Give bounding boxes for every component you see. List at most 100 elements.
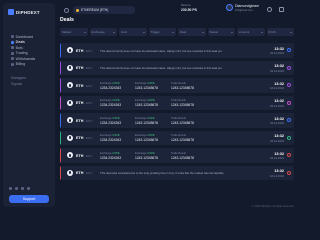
deal-col-value: 1243.12345678 <box>135 155 158 160</box>
deal-col-value: 1243.12345678 <box>171 103 194 108</box>
deal-col-value: 1234.2324343 <box>100 103 122 108</box>
status-badge: COPE <box>147 99 155 103</box>
filter-profit[interactable]: Profit <box>266 28 294 36</box>
filter-date[interactable]: Date <box>178 28 206 36</box>
footer-copyright: © 2022 Diphdext. All rights reserved. <box>251 205 294 208</box>
filter-trigger[interactable]: Trigger <box>148 28 176 36</box>
user-profile[interactable]: Diamondgleam info@mail.com <box>226 4 259 12</box>
deal-asset: ETH <box>76 136 84 141</box>
brand-name: DIPHDEXT <box>16 9 40 15</box>
dashboard-icon <box>11 35 14 39</box>
sidebar-item-billing[interactable]: Billing <box>7 62 51 68</box>
deal-col-value: 1243.12345678 <box>171 120 194 125</box>
deal-time: 13:32 <box>274 134 284 139</box>
deal-col-value: 1234.2324343 <box>100 138 122 143</box>
support-button[interactable]: Support <box>9 195 49 203</box>
deal-date: 04.12.2022 <box>270 103 284 108</box>
deal-asset-sub: ETH <box>86 101 92 106</box>
deal-time: 13:32 <box>274 169 284 174</box>
deal-col-value: 1243.12345678 <box>135 103 158 108</box>
filter-label: Exchange <box>91 30 105 34</box>
sidebar-item-managers[interactable]: Managers <box>7 76 51 81</box>
status-icon <box>287 100 291 105</box>
deal-card[interactable]: ETH ETH Exchange COPE 1234.2324343 Exchange … <box>60 78 294 93</box>
filter-bar: Market Exchange Coin Trigger Date Status… <box>60 28 294 36</box>
deal-col-label: Exchange COPE <box>135 82 155 85</box>
deal-col-label: Trade Result <box>171 116 186 120</box>
coin-icon <box>76 8 79 12</box>
sidebar-item-label: Dashboard <box>15 34 34 39</box>
chevron-down-icon <box>172 31 174 33</box>
youtube-icon[interactable] <box>27 187 30 190</box>
filter-label: Coin <box>121 30 128 34</box>
ethereum-icon <box>67 99 73 106</box>
label-text: Exchange <box>135 99 147 103</box>
sidebar: DIPHDEXT Dashboard Deals Bots Trading Wi… <box>3 3 55 207</box>
ethereum-icon <box>67 117 73 124</box>
deal-card[interactable]: ETH ETH Exchange COPE 1234.2324343 Exchange … <box>60 95 294 110</box>
label-text: Exchange <box>135 151 147 155</box>
deal-col-label: Exchange COPE <box>135 152 155 155</box>
ethereum-icon <box>67 82 73 89</box>
label-text: Exchange <box>135 116 147 120</box>
deal-col-value: 1243.12345678 <box>135 85 158 90</box>
sidebar-item-label: Trading <box>15 51 28 56</box>
deal-time: 13:32 <box>274 116 284 121</box>
telegram-icon[interactable] <box>15 187 18 190</box>
chevron-down-icon <box>231 31 233 33</box>
deal-col-label: Trade Result <box>171 99 186 103</box>
deal-time: 13:32 <box>274 46 284 51</box>
filter-label: Trigger <box>150 30 160 34</box>
discord-icon[interactable] <box>21 187 24 190</box>
deal-time: 13:32 <box>274 151 284 156</box>
filter-market[interactable]: Market <box>60 28 88 36</box>
deal-date: 04.12.2022 <box>270 138 284 143</box>
deal-card[interactable]: ETH ETH Exchange COPE 1234.2324343 Exchange … <box>60 130 294 145</box>
filter-status[interactable]: Status <box>207 28 235 36</box>
filter-coin[interactable]: Coin <box>119 28 147 36</box>
deal-asset-sub: ETH <box>86 153 92 158</box>
filter-label: Status <box>209 30 219 34</box>
filter-exchange[interactable]: Exchange <box>89 28 117 36</box>
deal-col-label: Exchange COPE <box>100 117 120 120</box>
logout-icon[interactable] <box>279 7 284 12</box>
deal-card[interactable]: ETH ETH This deal currently does not have … <box>60 60 294 75</box>
sidebar-item-label: Billing <box>15 62 26 67</box>
deal-col-label: Trade Result <box>171 151 186 155</box>
notification-icon[interactable] <box>64 8 69 13</box>
sidebar-item-signals[interactable]: Signals <box>7 82 51 87</box>
logo[interactable]: DIPHDEXT <box>8 9 40 15</box>
deal-card[interactable]: ETH ETH This deal was cancelled due to the… <box>60 165 294 180</box>
deal-card[interactable]: ETH ETH Exchange COPE 1234.2324343 Exchange … <box>60 113 294 128</box>
balance-label: Balance <box>181 4 191 7</box>
chevron-down-icon <box>83 31 86 33</box>
status-badge: COPE <box>112 134 120 138</box>
label-text: Exchange <box>135 134 147 138</box>
deal-col-value: 1243.12345678 <box>135 138 158 143</box>
deal-card[interactable]: ETH ETH This deal currently does not have … <box>60 43 294 58</box>
currency-select[interactable]: ETHEREUM (ETH) <box>73 6 135 14</box>
label-text: Exchange <box>100 134 112 138</box>
ethereum-icon <box>67 152 73 159</box>
filter-amount[interactable]: Amount <box>237 28 265 36</box>
deal-col-value: 1243.12345678 <box>171 138 194 143</box>
deal-date: 04.12.2022 <box>270 156 284 161</box>
deal-asset: ETH <box>76 48 84 53</box>
deal-date: 04.12.2022 <box>270 68 284 73</box>
gear-icon[interactable] <box>267 7 272 12</box>
deal-col-label: Exchange COPE <box>100 99 120 102</box>
deal-col-label: Exchange COPE <box>100 82 120 85</box>
deal-date: 04.12.2022 <box>270 173 284 178</box>
status-badge: COPE <box>112 151 120 155</box>
label-text: Exchange <box>100 99 112 103</box>
page-title: Deals <box>60 17 74 23</box>
deal-card[interactable]: ETH ETH Exchange COPE 1234.2324343 Exchange … <box>60 148 294 163</box>
twitter-icon[interactable] <box>9 187 12 190</box>
deals-list: ETH ETH This deal currently does not have … <box>60 43 294 183</box>
status-icon <box>287 135 291 140</box>
deal-col-value: 1243.12345678 <box>171 85 194 90</box>
filter-label: Profit <box>268 30 276 34</box>
deal-col-label: Exchange COPE <box>135 134 155 137</box>
deal-notice: This deal currently does not have its es… <box>100 66 223 71</box>
chevron-down-icon <box>113 31 115 33</box>
